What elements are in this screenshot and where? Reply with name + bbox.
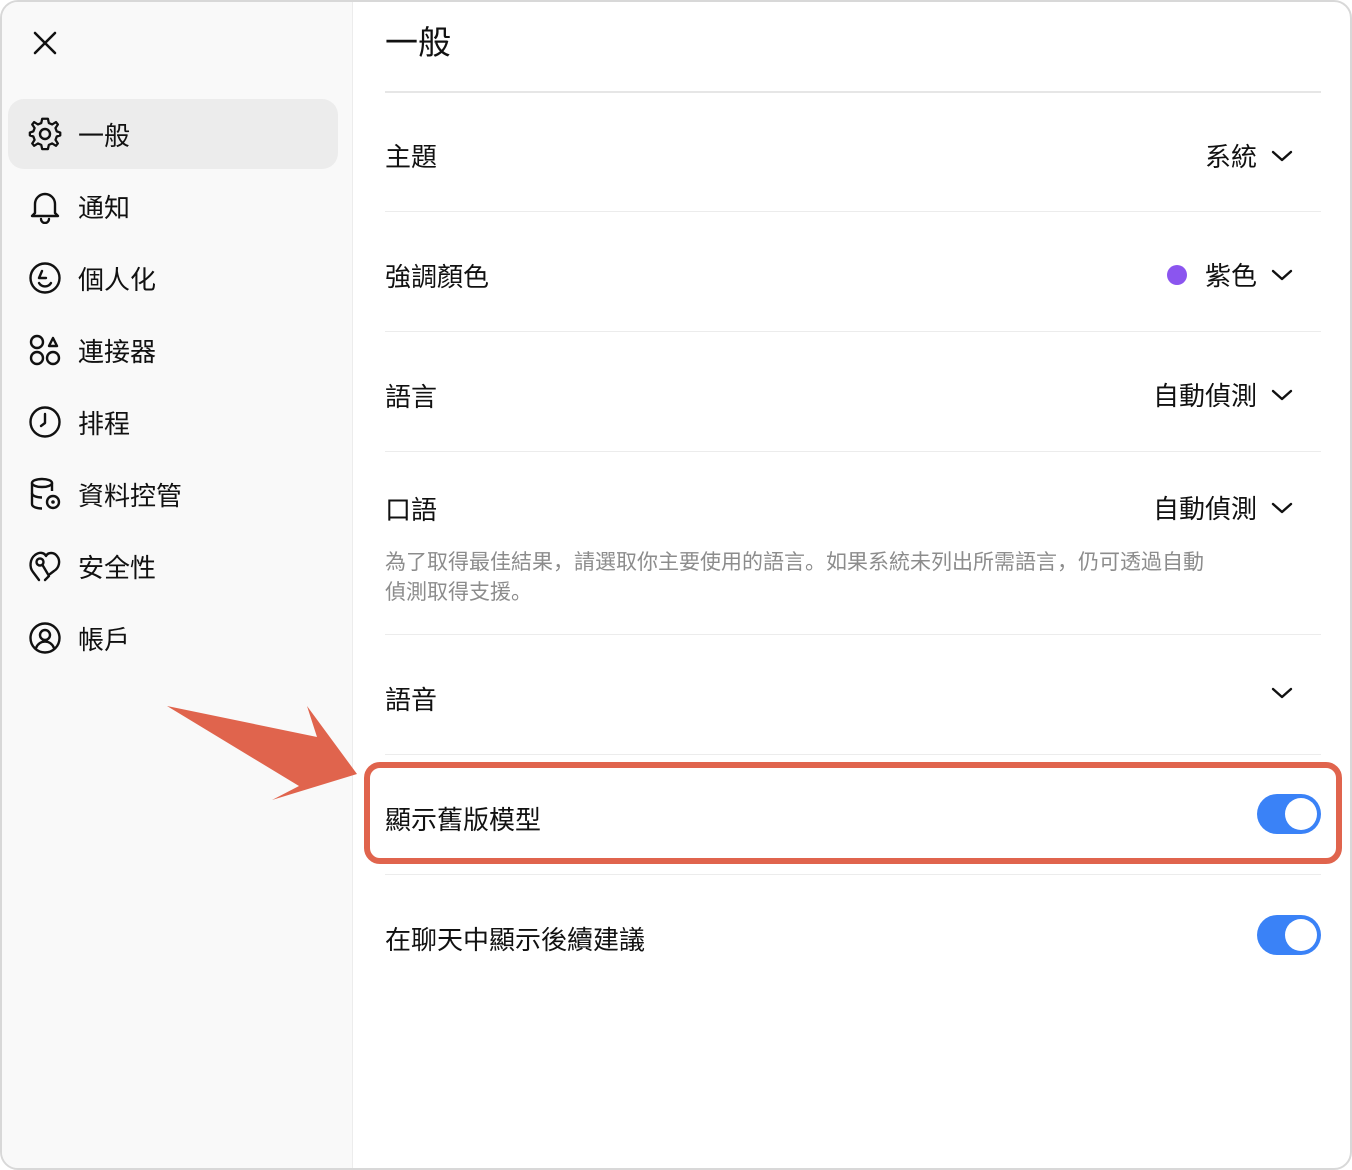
- row-divider: [385, 331, 1321, 332]
- toggle-knob: [1285, 798, 1317, 830]
- accent-color-value: 紫色: [1204, 262, 1257, 292]
- sidebar-item-label: 通知: [78, 193, 131, 224]
- row-divider: [385, 874, 1321, 875]
- row-divider: [385, 754, 1321, 755]
- sidebar-item-label: 資料控管: [78, 481, 183, 512]
- follow-up-suggestions-toggle[interactable]: [1257, 915, 1321, 955]
- setting-accent-color: 強調顏色 紫色: [385, 213, 1321, 333]
- setting-label: 口語: [385, 496, 438, 526]
- setting-label: 強調顏色: [385, 263, 490, 293]
- sidebar-item-account[interactable]: 帳戶: [8, 603, 338, 673]
- purple-color-dot: [1166, 264, 1187, 285]
- chevron-down-icon: [1271, 686, 1293, 700]
- personalize-icon: [26, 259, 64, 297]
- chevron-down-icon: [1271, 388, 1293, 402]
- sidebar-item-personalization[interactable]: 個人化: [8, 243, 338, 313]
- spoken-language-dropdown[interactable]: 自動偵測: [1153, 489, 1293, 526]
- sidebar-item-label: 帳戶: [78, 625, 131, 656]
- sidebar-item-schedules[interactable]: 排程: [8, 387, 338, 457]
- setting-voice: 語音: [385, 636, 1321, 756]
- settings-content: 一般 主題 系統 強調顏色 紫色 語言 自動偵測 口語 自動偵測 為了取得最佳結…: [385, 2, 1321, 1168]
- theme-dropdown[interactable]: 系統: [1205, 137, 1293, 174]
- sidebar-item-label: 一般: [78, 121, 131, 152]
- setting-label: 顯示舊版模型: [385, 806, 542, 836]
- setting-label: 語音: [385, 686, 438, 716]
- setting-follow-up-suggestions: 在聊天中顯示後續建議: [385, 876, 1321, 996]
- close-icon: [33, 31, 57, 55]
- language-dropdown[interactable]: 自動偵測: [1153, 376, 1293, 413]
- security-icon: [26, 547, 64, 585]
- language-value: 自動偵測: [1152, 382, 1257, 412]
- sidebar-item-label: 安全性: [78, 553, 157, 584]
- setting-label: 語言: [385, 383, 438, 413]
- toggle-knob: [1285, 919, 1317, 951]
- sidebar-item-general[interactable]: 一般: [8, 99, 338, 169]
- sidebar-item-data-controls[interactable]: 資料控管: [8, 459, 338, 529]
- spoken-language-value: 自動偵測: [1152, 495, 1257, 525]
- setting-label: 在聊天中顯示後續建議: [385, 926, 646, 956]
- close-button[interactable]: [26, 24, 64, 62]
- setting-spoken-language: 口語 自動偵測: [385, 453, 1321, 636]
- theme-value: 系統: [1204, 143, 1257, 173]
- setting-show-legacy-models: 顯示舊版模型: [385, 756, 1321, 876]
- connectors-icon: [26, 331, 64, 369]
- sidebar-item-label: 連接器: [78, 337, 157, 368]
- row-divider: [385, 451, 1321, 452]
- page-title: 一般: [385, 23, 451, 62]
- database-gear-icon: [26, 475, 64, 513]
- sidebar-item-label: 排程: [78, 409, 131, 440]
- bell-icon: [26, 187, 64, 225]
- sidebar-item-connectors[interactable]: 連接器: [8, 315, 338, 385]
- settings-window: 一般 通知 個人化 連接器 排程 資料控管 安全性 帳戶 一般 主題 系統 強調…: [0, 0, 1352, 1170]
- chevron-down-icon: [1271, 149, 1293, 163]
- account-icon: [26, 619, 64, 657]
- clock-icon: [26, 403, 64, 441]
- chevron-down-icon: [1271, 268, 1293, 282]
- spoken-language-description: 為了取得最佳結果，請選取你主要使用的語言。如果系統未列出所需語言，仍可透過自動偵…: [385, 550, 1204, 604]
- setting-language: 語言 自動偵測: [385, 333, 1321, 453]
- setting-label: 主題: [385, 143, 438, 173]
- legacy-models-toggle[interactable]: [1257, 794, 1321, 834]
- voice-dropdown[interactable]: [1257, 686, 1293, 700]
- chevron-down-icon: [1271, 501, 1293, 515]
- sidebar-item-security[interactable]: 安全性: [8, 531, 338, 601]
- sidebar-item-label: 個人化: [78, 265, 157, 296]
- accent-color-dropdown[interactable]: 紫色: [1166, 256, 1293, 293]
- row-divider: [385, 634, 1321, 635]
- gear-icon: [26, 115, 64, 153]
- row-divider: [385, 211, 1321, 212]
- sidebar-item-notifications[interactable]: 通知: [8, 171, 338, 241]
- sidebar-nav: 一般 通知 個人化 連接器 排程 資料控管 安全性 帳戶: [8, 99, 338, 675]
- setting-theme: 主題 系統: [385, 93, 1321, 213]
- sidebar: 一般 通知 個人化 連接器 排程 資料控管 安全性 帳戶: [2, 2, 353, 1168]
